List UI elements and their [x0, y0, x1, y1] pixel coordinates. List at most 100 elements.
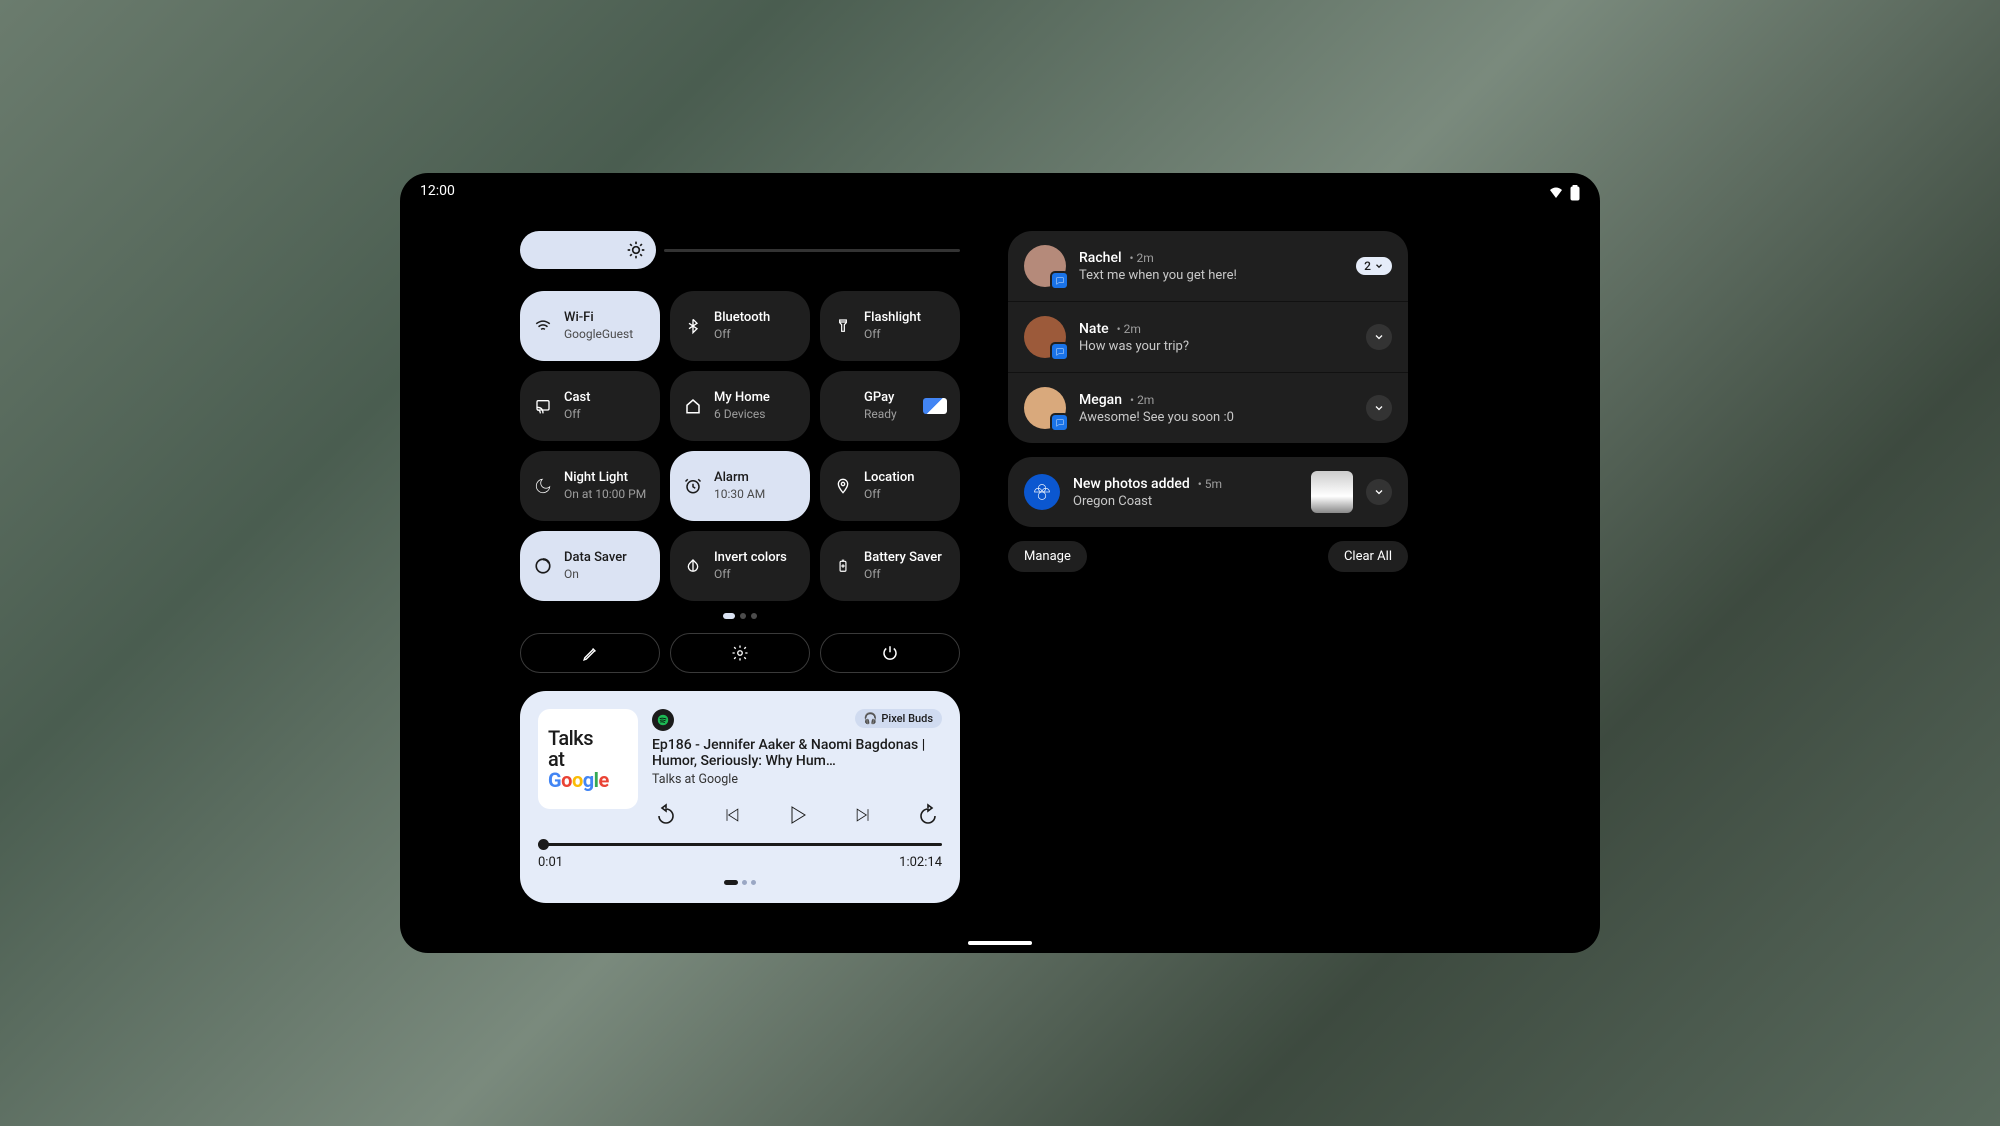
battery-saver-icon: [833, 556, 853, 576]
app-notification[interactable]: New photos added• 5mOregon Coast: [1008, 457, 1408, 527]
flashlight-icon: [833, 316, 853, 336]
tile-subtitle: Off: [714, 567, 787, 582]
tile-home-control[interactable]: My Home6 Devices: [670, 371, 810, 441]
tile-gpay[interactable]: GPayReady: [820, 371, 960, 441]
tile-invert-colors[interactable]: Invert colorsOff: [670, 531, 810, 601]
messages-app-badge-icon: [1050, 342, 1069, 361]
power-button[interactable]: [820, 633, 960, 673]
tile-subtitle: On at 10:00 PM: [564, 487, 646, 502]
conversation-notification[interactable]: Megan• 2mAwesome! See you soon :0: [1008, 373, 1408, 443]
quick-settings-tiles: Wi-FiGoogleGuestBluetoothOffFlashlightOf…: [520, 291, 960, 601]
album-art-line1: Talks: [548, 728, 593, 749]
quick-settings-panel: Wi-FiGoogleGuestBluetoothOffFlashlightOf…: [520, 231, 960, 953]
media-play-button[interactable]: [783, 801, 811, 829]
tile-title: Data Saver: [564, 550, 627, 566]
data-saver-icon: [533, 556, 553, 576]
tile-title: Night Light: [564, 470, 646, 486]
tile-subtitle: Off: [864, 327, 921, 342]
notification-avatar: [1024, 245, 1066, 287]
brightness-track[interactable]: [520, 231, 656, 269]
tile-title: Flashlight: [864, 310, 921, 326]
tile-bluetooth[interactable]: BluetoothOff: [670, 291, 810, 361]
notification-avatar: [1024, 316, 1066, 358]
notification-text: Awesome! See you soon :0: [1079, 410, 1353, 425]
status-bar: 12:00: [400, 183, 1600, 207]
media-next-button[interactable]: [849, 801, 877, 829]
tile-subtitle: 6 Devices: [714, 407, 770, 422]
home-control-icon: [683, 396, 703, 416]
tile-title: Cast: [564, 390, 591, 406]
notification-expand-button[interactable]: [1366, 324, 1392, 350]
brightness-slider[interactable]: [520, 231, 960, 269]
tile-night-light[interactable]: Night LightOn at 10:00 PM: [520, 451, 660, 521]
album-art-line3: Google: [548, 770, 609, 791]
media-forward-15-button[interactable]: [914, 801, 942, 829]
notification-title: New photos added: [1073, 476, 1190, 492]
media-rewind-15-button[interactable]: [652, 801, 680, 829]
brightness-track-remainder[interactable]: [664, 249, 960, 252]
tile-data-saver[interactable]: Data SaverOn: [520, 531, 660, 601]
tile-subtitle: Off: [864, 487, 914, 502]
gpay-icon: [833, 396, 853, 416]
tiles-pagination: [520, 613, 960, 619]
media-seek-bar[interactable]: [538, 839, 942, 851]
tile-title: Wi-Fi: [564, 310, 633, 326]
edit-tiles-button[interactable]: [520, 633, 660, 673]
tile-title: Bluetooth: [714, 310, 770, 326]
messages-app-badge-icon: [1050, 271, 1069, 290]
tile-cast[interactable]: CastOff: [520, 371, 660, 441]
brightness-icon: [624, 238, 648, 262]
bluetooth-icon: [683, 316, 703, 336]
tablet-screen: 12:00 Wi-FiGoogleGuestBluetoo: [400, 173, 1600, 953]
notification-expand-button[interactable]: [1366, 395, 1392, 421]
tile-subtitle: Off: [564, 407, 591, 422]
qs-settings-button[interactable]: [670, 633, 810, 673]
conversation-notifications-group: Rachel• 2mText me when you get here!2Nat…: [1008, 231, 1408, 443]
status-time: 12:00: [420, 183, 455, 207]
media-artist: Talks at Google: [652, 772, 942, 787]
notification-time: 2m: [1137, 251, 1154, 265]
cast-icon: [533, 396, 553, 416]
tile-wifi[interactable]: Wi-FiGoogleGuest: [520, 291, 660, 361]
tile-location[interactable]: LocationOff: [820, 451, 960, 521]
tile-subtitle: Off: [714, 327, 770, 342]
tile-battery-saver[interactable]: Battery SaverOff: [820, 531, 960, 601]
media-total: 1:02:14: [899, 855, 942, 870]
media-prev-button[interactable]: [718, 801, 746, 829]
manage-notifications-button[interactable]: Manage: [1008, 541, 1087, 572]
media-pagination: [538, 880, 942, 885]
notification-expand-button[interactable]: [1366, 479, 1392, 505]
tile-title: GPay: [864, 390, 897, 406]
notification-text: How was your trip?: [1079, 339, 1353, 354]
notification-group-count[interactable]: 2: [1356, 257, 1392, 275]
location-icon: [833, 476, 853, 496]
tile-title: Location: [864, 470, 914, 486]
notification-text: Oregon Coast: [1073, 494, 1298, 509]
wifi-icon: [533, 316, 553, 336]
notification-time: 2m: [1124, 322, 1141, 336]
notification-sender: Rachel: [1079, 250, 1122, 266]
tile-subtitle: On: [564, 567, 627, 582]
pencil-icon: [582, 645, 599, 662]
tile-title: Invert colors: [714, 550, 787, 566]
clear-all-notifications-button[interactable]: Clear All: [1328, 541, 1408, 572]
media-player-card: Talks at Google 🎧 Pixel Buds: [520, 691, 960, 903]
notification-time: 5m: [1205, 477, 1222, 491]
album-art-line2: at: [548, 749, 564, 770]
photos-app-icon: [1024, 474, 1060, 510]
tile-title: Battery Saver: [864, 550, 942, 566]
invert-colors-icon: [683, 556, 703, 576]
quick-settings-footer: [520, 633, 960, 673]
media-album-art: Talks at Google: [538, 709, 638, 809]
conversation-notification[interactable]: Nate• 2mHow was your trip?: [1008, 302, 1408, 373]
media-app-icon-spotify: [652, 709, 674, 731]
alarm-icon: [683, 476, 703, 496]
tile-flashlight[interactable]: FlashlightOff: [820, 291, 960, 361]
status-icons: [1548, 183, 1580, 207]
gear-icon: [731, 644, 749, 662]
gesture-nav-handle[interactable]: [968, 941, 1032, 945]
conversation-notification[interactable]: Rachel• 2mText me when you get here!2: [1008, 231, 1408, 302]
tile-subtitle: Off: [864, 567, 942, 582]
media-output-chip[interactable]: 🎧 Pixel Buds: [855, 709, 942, 728]
tile-alarm[interactable]: Alarm10:30 AM: [670, 451, 810, 521]
